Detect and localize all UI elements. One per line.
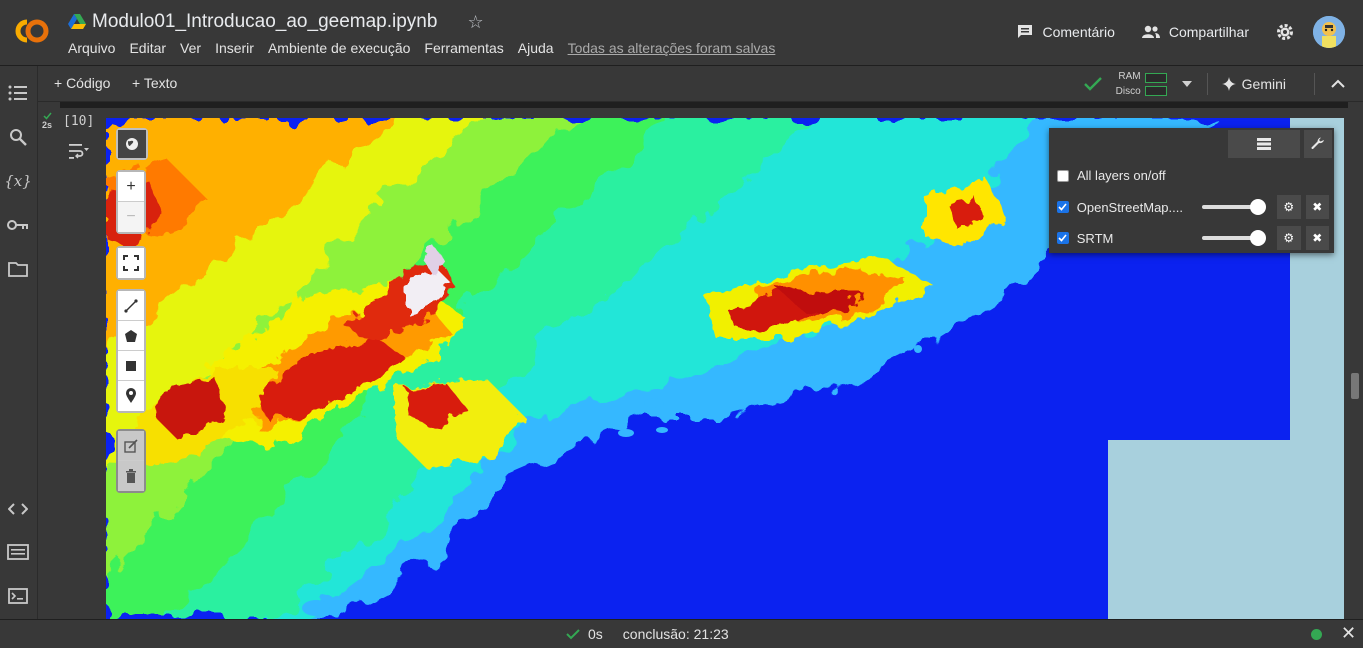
all-layers-label: All layers on/off — [1077, 168, 1166, 183]
runtime-dropdown-icon[interactable] — [1181, 80, 1193, 88]
add-code-button[interactable]: + Código — [54, 75, 110, 91]
layer-name: SRTM — [1076, 230, 1114, 246]
layers-toggle-button[interactable] — [1228, 130, 1300, 158]
settings-gear-icon[interactable] — [1275, 22, 1295, 42]
layer-row: OpenStreetMap.... ⚙ ✖ — [1057, 195, 1330, 219]
terminal-icon[interactable] — [7, 585, 29, 607]
layer-name: OpenStreetMap.... — [1076, 199, 1183, 215]
resource-monitor[interactable]: RAM Disco — [1116, 69, 1167, 99]
fullscreen-icon[interactable] — [118, 248, 144, 278]
run-success-check-icon — [43, 112, 52, 120]
menu-view[interactable]: Ver — [180, 40, 201, 56]
layer-settings-gear-icon[interactable]: ⚙ — [1276, 226, 1301, 250]
menu-file[interactable]: Arquivo — [68, 40, 115, 56]
status-check-icon — [566, 628, 580, 639]
disk-bar — [1144, 85, 1167, 96]
star-icon[interactable]: ☆ — [467, 12, 483, 33]
comment-label: Comentário — [1042, 24, 1115, 40]
edit-layers-icon[interactable] — [118, 431, 144, 461]
zoom-in-button[interactable]: + — [118, 172, 144, 202]
draw-polyline-icon[interactable] — [118, 291, 144, 321]
draw-polygon-icon[interactable] — [118, 321, 144, 351]
all-layers-checkbox[interactable] — [1057, 169, 1069, 182]
header: Modulo01_Introducao_ao_geemap.ipynb ☆ Ar… — [0, 0, 1363, 66]
files-folder-icon[interactable] — [7, 258, 29, 280]
zoom-out-button[interactable]: − — [118, 202, 144, 232]
zoom-control: + − — [116, 170, 146, 234]
draw-toolbar — [116, 289, 146, 413]
close-status-icon[interactable]: ✕ — [1341, 623, 1356, 644]
basemap-control[interactable] — [116, 128, 148, 160]
layer-opacity-slider[interactable] — [1202, 199, 1267, 215]
menu-runtime[interactable]: Ambiente de execução — [268, 40, 410, 56]
notebook-toolbar: + Código + Texto RAM Disco Gemini — [38, 66, 1363, 102]
people-icon — [1141, 25, 1160, 38]
save-status-link[interactable]: Todas as alterações foram salvas — [568, 40, 776, 56]
gemini-sparkle-icon — [1221, 77, 1236, 91]
delete-layers-icon[interactable] — [118, 461, 144, 491]
connected-check-icon — [1083, 77, 1102, 91]
slider-knob[interactable] — [1250, 230, 1267, 246]
status-bar: 0s conclusão: 21:23 ✕ — [0, 619, 1363, 648]
user-avatar[interactable] — [1313, 16, 1345, 48]
fullscreen-control — [116, 246, 146, 280]
slider-knob[interactable] — [1250, 199, 1267, 215]
draw-rectangle-icon[interactable] — [118, 351, 144, 381]
layer-visibility-checkbox[interactable] — [1057, 232, 1069, 244]
add-text-button[interactable]: + Texto — [132, 75, 177, 91]
variables-icon[interactable]: {x} — [4, 170, 32, 192]
layer-settings-gear-icon[interactable]: ⚙ — [1276, 195, 1301, 219]
layer-row: SRTM ⚙ ✖ — [1057, 226, 1330, 250]
toolbar-wrench-button[interactable] — [1304, 130, 1332, 158]
command-palette-icon[interactable] — [7, 541, 29, 563]
collapse-chevron-up-icon[interactable] — [1331, 79, 1345, 89]
share-label: Compartilhar — [1168, 24, 1249, 40]
disk-label: Disco — [1115, 86, 1141, 97]
draw-marker-icon[interactable] — [118, 381, 144, 411]
colab-logo[interactable] — [10, 16, 54, 46]
cell-top-edge — [60, 102, 1348, 108]
layer-manager-panel: All layers on/off OpenStreetMap.... ⚙ ✖ … — [1049, 128, 1334, 253]
code-snippets-icon[interactable] — [7, 498, 29, 520]
edit-toolbar — [116, 429, 146, 493]
menu-insert[interactable]: Inserir — [215, 40, 254, 56]
avatar-image-icon — [1313, 16, 1345, 48]
status-duration: 0s — [588, 626, 603, 642]
layer-visibility-checkbox[interactable] — [1057, 201, 1069, 213]
all-layers-row: All layers on/off — [1057, 168, 1329, 183]
notebook-title[interactable]: Modulo01_Introducao_ao_geemap.ipynb — [92, 11, 437, 33]
toolbar-divider — [1206, 73, 1208, 95]
comment-icon — [1018, 25, 1033, 38]
wrench-icon — [1311, 137, 1324, 150]
output-options-icon[interactable] — [68, 142, 90, 160]
table-of-contents-icon[interactable] — [7, 82, 29, 104]
globe-icon[interactable] — [118, 130, 146, 158]
cell-execution-count[interactable]: [10] — [63, 114, 94, 129]
layer-opacity-slider[interactable] — [1202, 230, 1267, 246]
gemini-button[interactable]: Gemini — [1221, 76, 1286, 92]
left-sidebar: {x} — [0, 66, 38, 619]
search-icon[interactable] — [7, 126, 29, 148]
status-completion-time: conclusão: 21:23 — [622, 626, 729, 642]
drive-icon[interactable] — [68, 14, 86, 30]
comment-button[interactable]: Comentário — [1016, 23, 1115, 41]
toolbar-divider — [1314, 73, 1315, 95]
ram-bar — [1144, 72, 1167, 83]
layers-icon — [1257, 138, 1271, 150]
menu-edit[interactable]: Editar — [129, 40, 166, 56]
runtime-status-dot — [1311, 629, 1322, 640]
layer-remove-close-icon[interactable]: ✖ — [1305, 195, 1330, 219]
gemini-label: Gemini — [1241, 76, 1286, 92]
share-button[interactable]: Compartilhar — [1141, 24, 1249, 40]
secrets-key-icon[interactable] — [7, 214, 29, 236]
ram-label: RAM — [1118, 71, 1141, 82]
layer-remove-close-icon[interactable]: ✖ — [1305, 226, 1330, 250]
cell-exec-time: 2s — [42, 120, 53, 130]
cell-run-status: 2s — [42, 112, 52, 131]
notebook-scrollbar[interactable] — [1351, 373, 1359, 399]
menu-help[interactable]: Ajuda — [518, 40, 554, 56]
menu-tools[interactable]: Ferramentas — [424, 40, 503, 56]
